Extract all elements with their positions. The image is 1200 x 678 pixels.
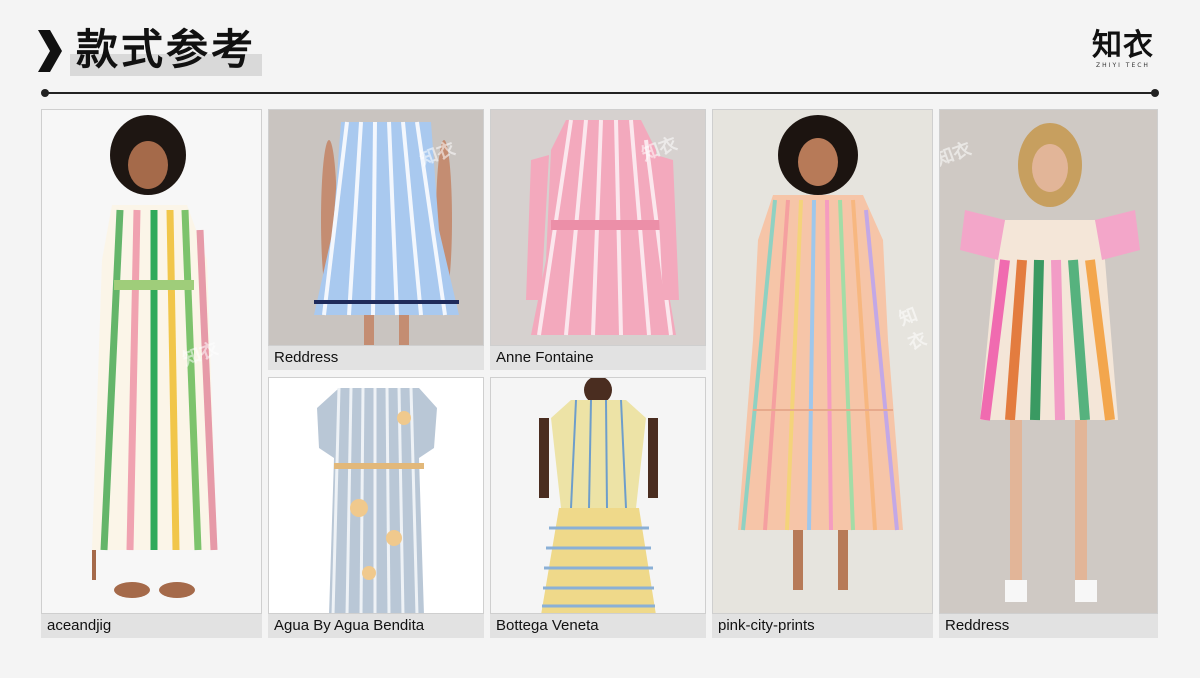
caption-bar: aceandjig bbox=[41, 614, 262, 638]
brand-caption: Agua By Agua Bendita bbox=[274, 617, 425, 634]
header-divider bbox=[41, 89, 1159, 97]
reference-card[interactable]: 知衣 bbox=[939, 109, 1158, 614]
brand-caption: Bottega Veneta bbox=[496, 617, 599, 634]
reference-card[interactable]: 知衣 bbox=[490, 109, 706, 346]
logo-text: 知衣 bbox=[1092, 28, 1154, 63]
brand-caption: Reddress bbox=[274, 349, 339, 366]
brand-caption: pink-city-prints bbox=[718, 617, 815, 634]
rainbow-striped-tiered-dress-photo bbox=[713, 110, 932, 613]
striped-shirt-dress-photo bbox=[42, 110, 261, 613]
caption-bar: Reddress bbox=[268, 346, 484, 370]
multicolor-striped-babydoll-dress-photo bbox=[940, 110, 1157, 613]
brand-caption: aceandjig bbox=[47, 617, 112, 634]
brand-caption: Anne Fontaine bbox=[496, 349, 594, 366]
caption-bar: Reddress bbox=[939, 614, 1158, 638]
caption-bar: pink-city-prints bbox=[712, 614, 933, 638]
logo-subtext: ZHIYI TECH bbox=[1096, 62, 1150, 69]
reference-card[interactable] bbox=[490, 377, 706, 614]
reference-card[interactable] bbox=[268, 377, 484, 614]
caption-bar: Agua By Agua Bendita bbox=[268, 614, 484, 638]
reference-card[interactable]: 知衣 bbox=[712, 109, 933, 614]
caption-bar: Bottega Veneta bbox=[490, 614, 706, 638]
floral-striped-dress-photo bbox=[269, 378, 483, 613]
brand-caption: Reddress bbox=[945, 617, 1010, 634]
slide-header: 款式参考 知衣 ZHIYI TECH bbox=[0, 0, 1200, 95]
yellow-striped-dress-photo bbox=[491, 378, 705, 613]
reference-card[interactable]: 知衣 bbox=[41, 109, 262, 614]
chevron-right-icon bbox=[38, 30, 62, 72]
page-title: 款式参考 bbox=[76, 25, 257, 74]
caption-bar: Anne Fontaine bbox=[490, 346, 706, 370]
reference-card[interactable]: 知衣 bbox=[268, 109, 484, 346]
brand-logo: 知衣 ZHIYI TECH bbox=[1092, 28, 1154, 70]
